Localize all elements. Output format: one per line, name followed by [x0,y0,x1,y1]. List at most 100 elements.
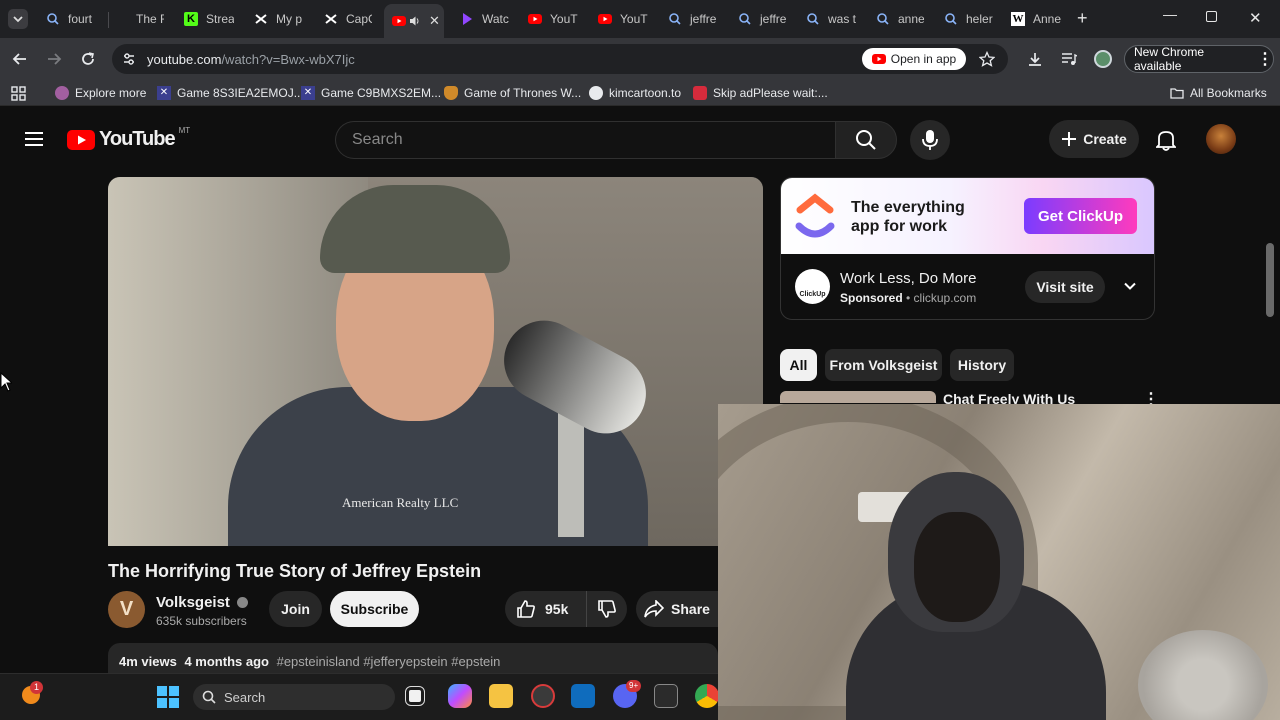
like-dislike-group: 95k [505,591,627,627]
subscribe-button[interactable]: Subscribe [330,591,419,627]
search-icon [856,130,876,150]
taskbar-search[interactable]: Search [193,684,395,710]
download-icon[interactable] [1027,51,1043,67]
create-button[interactable]: Create [1049,120,1139,158]
outlook-icon[interactable] [571,684,595,708]
play-icon [463,13,472,25]
tab-5-active[interactable]: ✕ [384,4,444,38]
copilot-icon[interactable] [448,684,472,708]
new-chrome-available-button[interactable]: New Chrome available ⋮ [1124,45,1274,73]
close-window-icon[interactable]: ✕ [1249,9,1262,27]
plus-icon [1062,132,1077,146]
video-player[interactable]: American Realty LLC [108,177,763,546]
search-button[interactable] [835,121,897,159]
tab-3[interactable]: My p [254,6,302,32]
new-tab-icon[interactable]: + [1077,8,1088,29]
search-icon [877,13,889,25]
bookmark-game-1[interactable]: ✕ Game 8S3IEA2EMOJ... [157,86,304,100]
ad-banner[interactable]: The everything app for work Get ClickUp [781,178,1154,254]
tab-11[interactable]: was t [806,6,856,32]
get-clickup-button[interactable]: Get ClickUp [1024,198,1137,234]
bookmark-skip-ad[interactable]: Skip adPlease wait:... [693,86,828,100]
all-bookmarks[interactable]: All Bookmarks [1170,86,1267,100]
open-in-app-button[interactable]: Open in app [862,48,966,70]
like-button[interactable]: 95k [505,591,587,627]
restore-icon[interactable] [1206,11,1217,22]
page-scrollbar[interactable] [1266,243,1274,317]
minimize-icon[interactable]: — [1163,6,1177,22]
thumbs-down-icon [598,600,616,618]
file-explorer-icon[interactable] [489,684,513,708]
video-description-box[interactable]: 4m views 4 months ago #epsteinisland #je… [108,643,718,677]
account-avatar[interactable] [1206,124,1236,154]
clickup-logo-icon [795,193,835,238]
game-icon: ✕ [301,86,315,100]
thumbs-up-icon [517,600,535,618]
dislike-button[interactable] [587,591,627,627]
share-button[interactable]: Share [636,591,718,627]
recommended-video-thumbnail[interactable] [780,391,936,403]
tab-14[interactable]: W Anne [1011,6,1063,32]
reload-icon[interactable] [80,51,96,67]
search-icon [669,13,681,25]
chrome-icon[interactable] [695,684,719,708]
back-arrow-icon[interactable] [12,51,28,67]
profile-avatar[interactable] [1094,50,1112,68]
site-settings-icon[interactable] [122,52,136,66]
chip-from-volksgeist[interactable]: From Volksgeist [825,349,942,381]
media-controls-icon[interactable] [1061,51,1077,67]
folder-icon [1170,88,1184,99]
channel-avatar[interactable]: V [108,591,145,628]
tab-search-button[interactable] [8,9,28,29]
tab-2[interactable]: K Strea [184,6,234,32]
advertiser-logo[interactable]: ClickUp [795,269,830,304]
bookmark-explore-more[interactable]: Explore more [55,86,146,100]
search-icon [739,13,751,25]
audio-editor-icon[interactable] [654,684,678,708]
forward-arrow-icon[interactable] [46,51,62,67]
voice-search-button[interactable] [910,120,950,160]
tab-6[interactable]: Watc [460,6,510,32]
notifications-bell-icon[interactable] [1156,129,1176,151]
youtube-logo[interactable]: YouTube MT [67,126,190,151]
tab-0[interactable]: fourt [46,6,102,32]
windows-start-icon[interactable] [157,686,179,708]
bookmark-star-icon[interactable] [979,51,995,67]
speaker-icon[interactable] [409,15,421,27]
kebab-menu-icon[interactable]: ⋮ [1257,49,1273,69]
visit-site-button[interactable]: Visit site [1025,271,1105,303]
channel-name[interactable]: Volksgeist [156,594,249,611]
youtube-icon [392,16,406,26]
bookmark-kimcartoon[interactable]: kimcartoon.to [589,86,681,100]
search-icon [202,690,216,704]
subscriber-count: 635k subscribers [156,614,247,628]
join-button[interactable]: Join [269,591,322,627]
bookmark-game-2[interactable]: ✕ Game C9BMXS2EM... [301,86,441,100]
tab-7[interactable]: YouT [528,6,578,32]
close-tab-icon[interactable]: ✕ [429,13,440,29]
video-title: The Horrifying True Story of Jeffrey Eps… [108,561,482,581]
search-icon [47,13,59,25]
tab-10[interactable]: jeffre [738,6,788,32]
chip-all[interactable]: All [780,349,817,381]
tab-4[interactable]: CapC [324,6,372,32]
url-text: youtube.com/watch?v=Bwx-wbX7Ijc [147,52,355,67]
sponsored-ad-card[interactable]: The everything app for work Get ClickUp … [780,177,1155,320]
tab-1[interactable]: The F [114,6,164,32]
tab-8[interactable]: YouT [598,6,648,32]
webcam-overlay [718,404,1280,720]
search-input[interactable] [352,131,792,149]
tab-12[interactable]: anne [876,6,924,32]
app-icon-1[interactable] [531,684,555,708]
globe-icon [589,86,603,100]
hamburger-menu-icon[interactable] [24,131,44,147]
tab-9[interactable]: jeffre [668,6,718,32]
apps-grid-icon[interactable] [11,86,26,101]
tab-13[interactable]: heler [944,6,994,32]
task-view-icon[interactable] [405,686,425,706]
chevron-down-icon[interactable] [1123,279,1137,293]
bookmark-game-of-thrones[interactable]: Game of Thrones W... [444,86,581,100]
chip-history[interactable]: History [950,349,1014,381]
webcam-person-face [914,512,1000,622]
ad-title: Work Less, Do More [840,270,977,287]
